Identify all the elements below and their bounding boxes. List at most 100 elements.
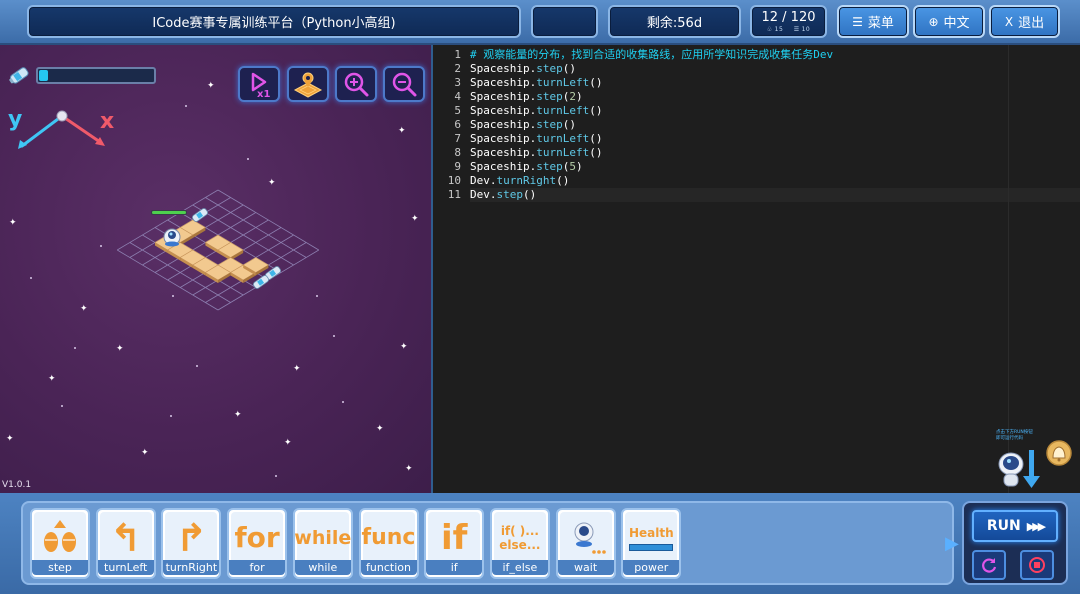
code-token: ()	[562, 118, 576, 131]
footsteps-icon	[34, 512, 86, 564]
block-label: while	[294, 560, 351, 575]
line-number: 9	[454, 160, 461, 173]
code-area[interactable]: 1 # 观察能量的分布，找到合适的收集路线，应用所学知识完成收集任务Dev 2 Spa…	[448, 45, 1080, 493]
code-token: ()	[523, 188, 537, 201]
code-line[interactable]: 11 Dev.step()	[448, 188, 1080, 202]
robot-wait-icon	[559, 512, 612, 564]
run-button[interactable]: RUN ▶▶▶	[972, 510, 1058, 542]
star: ✦	[284, 438, 292, 448]
star: ✦	[234, 410, 242, 420]
star: ✦	[405, 464, 413, 474]
block-step[interactable]: step	[30, 508, 90, 579]
if-icon: if	[428, 512, 481, 564]
zoom-in-icon	[344, 72, 369, 97]
block-wait[interactable]: wait	[555, 508, 616, 579]
block-label: for	[229, 560, 286, 575]
block-if[interactable]: if if	[424, 508, 485, 579]
block-power[interactable]: Health power	[621, 508, 682, 579]
health-bar-icon: Health	[625, 512, 678, 564]
for-icon: for	[231, 512, 284, 564]
stop-button[interactable]	[1020, 550, 1054, 580]
stat-a-icon: ♧	[766, 25, 773, 33]
code-token: Spaceship.	[470, 62, 537, 75]
block-label: wait	[557, 560, 614, 575]
code-token: ()	[562, 62, 576, 75]
top-bar: ICode赛事专属训练平台（Python小高组) 剩余:56d 12 / 120…	[0, 0, 1080, 45]
block-for[interactable]: for for	[227, 508, 288, 579]
code-method: turnLeft	[536, 104, 590, 117]
line-number: 10	[447, 174, 461, 187]
star	[196, 365, 198, 367]
axis-y-label: y	[8, 107, 22, 132]
code-token: Dev.	[470, 188, 497, 201]
code-line[interactable]: 9 Spaceship.step(5)	[454, 160, 1080, 174]
turn-left-icon: ↰	[99, 512, 152, 564]
code-method: step	[536, 160, 563, 173]
star	[275, 475, 277, 477]
code-token: Spaceship.	[470, 90, 537, 103]
code-line[interactable]: 2 Spaceship.step()	[454, 62, 1080, 76]
level-stat-a: ♧ 15	[767, 26, 784, 33]
block-turnRight[interactable]: ↱ turnRight	[161, 508, 222, 579]
blank-slot	[531, 5, 598, 38]
code-line[interactable]: 7 Spaceship.turnLeft()	[454, 132, 1080, 146]
language-label: 中文	[943, 16, 970, 31]
axis-x-label: x	[100, 109, 114, 134]
code-number: 5	[569, 160, 576, 173]
block-if-else[interactable]: if( )... else... if_else	[489, 508, 550, 579]
code-line[interactable]: 4 Spaceship.step(2)	[454, 90, 1080, 104]
code-method: turnLeft	[536, 132, 590, 145]
code-line[interactable]: 1 # 观察能量的分布，找到合适的收集路线，应用所学知识完成收集任务Dev	[454, 48, 1080, 62]
star: ✦	[116, 344, 124, 354]
star: ✦	[293, 364, 301, 374]
language-button[interactable]: ⊕ 中文	[913, 5, 985, 38]
game-canvas[interactable]: ✦ ✦ ✦ ✦ ✦ ✦ ✦ ✦ ✦ ✦ ✦ ✦ ✦ ✦ ✦ ✦ x1 y x V…	[0, 45, 431, 493]
code-token: ()	[589, 76, 603, 89]
zoom-out-icon	[392, 72, 417, 97]
zoom-in-button[interactable]	[335, 66, 377, 102]
block-function[interactable]: func function	[358, 508, 419, 579]
code-token: ()	[589, 132, 603, 145]
reset-button[interactable]	[972, 550, 1006, 580]
star	[30, 277, 32, 279]
code-line[interactable]: 5 Spaceship.turnLeft()	[454, 104, 1080, 118]
hamburger-icon: ☰	[852, 14, 863, 29]
level-number: 12 / 120	[761, 9, 816, 25]
star	[100, 245, 102, 247]
code-token: Dev.	[470, 174, 497, 187]
version-label: V1.0.1	[2, 480, 32, 490]
menu-label: 菜单	[867, 16, 894, 31]
svg-text:x1: x1	[257, 89, 270, 98]
code-line[interactable]: 6 Spaceship.step()	[454, 118, 1080, 132]
turn-right-icon: ↱	[165, 512, 218, 564]
exit-label: 退出	[1018, 16, 1045, 31]
block-turnLeft[interactable]: ↰ turnLeft	[95, 508, 156, 579]
code-line[interactable]: 10 Dev.turnRight()	[448, 174, 1080, 188]
code-line[interactable]: 8 Spaceship.turnLeft()	[454, 146, 1080, 160]
energy-bar-fill	[39, 70, 48, 81]
star: ✦	[48, 374, 56, 384]
map-button[interactable]	[287, 66, 329, 102]
code-number: 2	[569, 90, 576, 103]
run-panel: RUN ▶▶▶	[962, 501, 1068, 585]
code-editor[interactable]: 1 # 观察能量的分布，找到合适的收集路线，应用所学知识完成收集任务Dev 2 Spa…	[433, 45, 1080, 493]
speed-x1-button[interactable]: x1	[238, 66, 280, 102]
zoom-out-button[interactable]	[383, 66, 425, 102]
code-method: turnRight	[496, 174, 557, 187]
level-stat-b: ☰ 10	[794, 26, 811, 33]
code-token: )	[575, 160, 583, 173]
exit-button[interactable]: X 退出	[989, 5, 1060, 38]
star: ✦	[80, 304, 88, 314]
menu-button[interactable]: ☰ 菜单	[837, 5, 909, 38]
func-icon: func	[362, 512, 415, 564]
star: ✦	[9, 218, 17, 228]
helper-robot-icon	[998, 440, 1072, 488]
palette-scroll-right-icon[interactable]: ▶	[945, 533, 959, 554]
map-pin-icon	[293, 72, 323, 98]
star	[333, 335, 335, 337]
block-while[interactable]: while while	[292, 508, 353, 579]
code-line[interactable]: 3 Spaceship.turnLeft()	[454, 76, 1080, 90]
line-number: 1	[454, 48, 461, 61]
line-number: 5	[454, 104, 461, 117]
code-token: )	[575, 90, 583, 103]
